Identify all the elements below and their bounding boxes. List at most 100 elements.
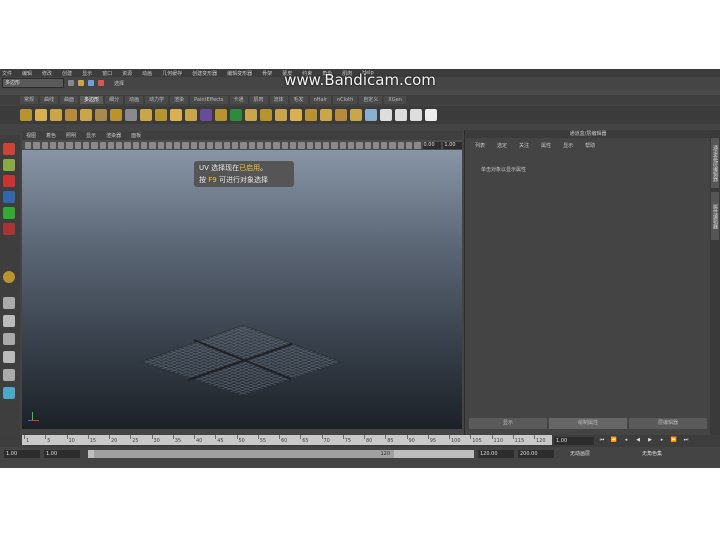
- shelf-tool-icon[interactable]: [215, 109, 227, 121]
- tab-channel-box[interactable]: 通道盒/层编辑器: [711, 138, 719, 188]
- shelf-tab[interactable]: 多边形: [80, 96, 104, 104]
- viewport-tool-icon[interactable]: [314, 141, 322, 149]
- shelf-tool-icon[interactable]: [335, 109, 347, 121]
- viewport-menu-item[interactable]: 着色: [46, 132, 56, 139]
- playback-start-field[interactable]: 1.00: [44, 450, 80, 458]
- viewport-tool-icon[interactable]: [290, 141, 297, 149]
- step-back-key-icon[interactable]: ⏪: [610, 436, 618, 444]
- viewport-tool-icon[interactable]: [207, 141, 214, 149]
- go-to-end-icon[interactable]: ⏭: [682, 436, 690, 444]
- viewport-tool-icon[interactable]: [281, 141, 288, 149]
- layer-editor-button[interactable]: 层编辑器: [629, 418, 707, 429]
- viewport-tool-icon[interactable]: [414, 141, 421, 149]
- channel-box-menu-item[interactable]: 列表: [475, 142, 485, 149]
- shelf-tool-icon[interactable]: [155, 109, 167, 121]
- shelf-tab[interactable]: 卡通: [229, 96, 248, 104]
- viewport-tool-icon[interactable]: [174, 141, 181, 149]
- viewport-tool-icon[interactable]: [389, 141, 396, 149]
- viewport-tool-icon[interactable]: [33, 141, 40, 149]
- viewport-menu-item[interactable]: 照明: [66, 132, 76, 139]
- viewport-tool-icon[interactable]: [49, 141, 57, 149]
- viewport-menu-item[interactable]: 渲染器: [106, 132, 121, 139]
- shelf-tool-icon[interactable]: [305, 109, 317, 121]
- viewport-tool-icon[interactable]: [306, 141, 313, 149]
- play-backward-icon[interactable]: ◀: [634, 436, 642, 444]
- viewport-menu-item[interactable]: 视图: [26, 132, 36, 139]
- channel-box-menu-item[interactable]: 关注: [519, 142, 529, 149]
- layout-single-icon[interactable]: [3, 297, 15, 309]
- viewport-tool-icon[interactable]: [107, 141, 115, 149]
- viewport-tool-icon[interactable]: [339, 141, 346, 149]
- channel-box-menu-item[interactable]: 帮助: [585, 142, 595, 149]
- shelf-tab[interactable]: 渲染: [170, 96, 189, 104]
- viewport-tool-icon[interactable]: [372, 141, 380, 149]
- shelf-tool-icon[interactable]: [35, 109, 47, 121]
- viewport-tool-icon[interactable]: [198, 141, 206, 149]
- channel-box-menu-item[interactable]: 属性: [541, 142, 551, 149]
- viewport-tool-icon[interactable]: [41, 141, 48, 149]
- shelf-tool-icon[interactable]: [80, 109, 92, 121]
- viewport-tool-icon[interactable]: [331, 141, 338, 149]
- shelf-tab[interactable]: 流体: [269, 96, 288, 104]
- viewport-tool-icon[interactable]: [256, 141, 264, 149]
- go-to-start-icon[interactable]: ⏮: [598, 436, 606, 444]
- shelf-tool-icon[interactable]: [125, 109, 137, 121]
- current-frame-field[interactable]: 1.00: [554, 437, 594, 445]
- play-forward-icon[interactable]: ▶: [646, 436, 654, 444]
- viewport-tool-icon[interactable]: [157, 141, 164, 149]
- shelf-tab[interactable]: PaintEffects: [190, 96, 228, 104]
- viewport-menu-item[interactable]: 面板: [131, 132, 141, 139]
- shelf-tool-icon[interactable]: [170, 109, 182, 121]
- viewport-tool-icon[interactable]: [66, 141, 73, 149]
- viewport-tool-icon[interactable]: [265, 141, 272, 149]
- step-back-frame-icon[interactable]: ◂: [622, 436, 630, 444]
- viewport-tool-icon[interactable]: [240, 141, 247, 149]
- viewport-tool-icon[interactable]: [273, 141, 280, 149]
- shelf-tab[interactable]: 肌肉: [249, 96, 268, 104]
- shelf-tool-icon[interactable]: [185, 109, 197, 121]
- shelf-tool-icon[interactable]: [245, 109, 257, 121]
- perspective-viewport[interactable]: UV 选择现在已启用。 按 F9 可进行对象选择: [22, 150, 462, 429]
- shelf-tool-icon[interactable]: [410, 109, 422, 121]
- viewport-tool-icon[interactable]: [364, 141, 371, 149]
- viewport-tool-icon[interactable]: [232, 141, 239, 149]
- viewport-tool-icon[interactable]: [347, 141, 355, 149]
- shelf-tool-icon[interactable]: [260, 109, 272, 121]
- select-tool-icon[interactable]: [3, 143, 15, 155]
- viewport-tool-icon[interactable]: [116, 141, 123, 149]
- viewport-tool-icon[interactable]: [99, 141, 106, 149]
- layout-two-icon[interactable]: [3, 333, 15, 345]
- viewport-tool-icon[interactable]: [25, 141, 32, 149]
- shelf-tool-icon[interactable]: [65, 109, 77, 121]
- paint-select-icon[interactable]: [3, 175, 15, 187]
- shelf-tool-icon[interactable]: [50, 109, 62, 121]
- viewport-tool-icon[interactable]: [82, 141, 90, 149]
- viewport-tool-icon[interactable]: [405, 141, 413, 149]
- viewport-tool-icon[interactable]: [165, 141, 173, 149]
- viewport-tool-icon[interactable]: [190, 141, 197, 149]
- shelf-tab[interactable]: nCloth: [333, 96, 358, 104]
- display-button[interactable]: 显示: [469, 418, 547, 429]
- channel-box-menu-item[interactable]: 选定: [497, 142, 507, 149]
- viewport-tool-icon[interactable]: [124, 141, 131, 149]
- layout-outliner-icon[interactable]: [3, 351, 15, 363]
- viewport-tool-icon[interactable]: [215, 141, 222, 149]
- step-forward-frame-icon[interactable]: ▸: [658, 436, 666, 444]
- scale-tool-icon[interactable]: [3, 223, 15, 235]
- shelf-tool-icon[interactable]: [275, 109, 287, 121]
- viewport-tool-icon[interactable]: [140, 141, 148, 149]
- viewport-value-field[interactable]: 0.00: [422, 141, 442, 149]
- viewport-tool-icon[interactable]: [397, 141, 404, 149]
- viewport-tool-icon[interactable]: [381, 141, 388, 149]
- shelf-tool-icon[interactable]: [200, 109, 212, 121]
- viewport-tool-icon[interactable]: [132, 141, 139, 149]
- viewport-tool-icon[interactable]: [149, 141, 156, 149]
- shelf-tool-icon[interactable]: [95, 109, 107, 121]
- shelf-tab[interactable]: 曲面: [60, 96, 79, 104]
- shelf-tool-icon[interactable]: [395, 109, 407, 121]
- shelf-tool-icon[interactable]: [20, 109, 32, 121]
- shelf-tool-icon[interactable]: [380, 109, 392, 121]
- viewport-tool-icon[interactable]: [298, 141, 305, 149]
- shelf-tab[interactable]: 自定义: [359, 96, 383, 104]
- lasso-tool-icon[interactable]: [3, 159, 15, 171]
